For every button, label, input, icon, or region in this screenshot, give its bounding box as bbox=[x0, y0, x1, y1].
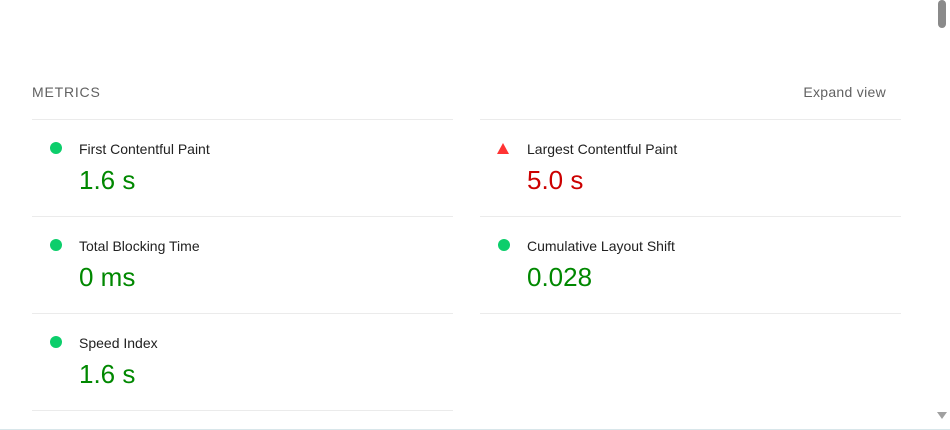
metric-value: 0.028 bbox=[527, 262, 593, 292]
red-triangle-icon bbox=[497, 143, 509, 154]
metric-name: Total Blocking Time bbox=[79, 238, 200, 254]
scrollbar-thumb[interactable] bbox=[938, 0, 946, 28]
metric-name: Speed Index bbox=[79, 335, 158, 351]
expand-view-button[interactable]: Expand view bbox=[803, 84, 886, 100]
metrics-column-left: First Contentful Paint 1.6 s Total Block… bbox=[32, 119, 453, 411]
metric-name: Cumulative Layout Shift bbox=[527, 238, 675, 254]
vertical-scrollbar[interactable] bbox=[934, 0, 950, 429]
metrics-title: METRICS bbox=[32, 84, 101, 100]
metric-value: 5.0 s bbox=[527, 165, 584, 195]
scroll-down-arrow-icon[interactable] bbox=[937, 412, 947, 419]
green-circle-icon bbox=[50, 336, 62, 348]
metric-name: Largest Contentful Paint bbox=[527, 141, 678, 157]
green-circle-icon bbox=[50, 239, 62, 251]
metric-value: 0 ms bbox=[79, 262, 136, 292]
metric-value: 1.6 s bbox=[79, 359, 136, 389]
metric-cumulative-layout-shift: Cumulative Layout Shift 0.028 bbox=[480, 216, 901, 314]
metrics-column-right: Largest Contentful Paint 5.0 s Cumulativ… bbox=[480, 119, 901, 314]
metric-name: First Contentful Paint bbox=[79, 141, 210, 157]
metric-value: 1.6 s bbox=[79, 165, 136, 195]
metric-speed-index: Speed Index 1.6 s bbox=[32, 313, 453, 411]
green-circle-icon bbox=[498, 239, 510, 251]
metric-total-blocking-time: Total Blocking Time 0 ms bbox=[32, 216, 453, 313]
metric-first-contentful-paint: First Contentful Paint 1.6 s bbox=[32, 119, 453, 216]
green-circle-icon bbox=[50, 142, 62, 154]
report-page: METRICS Expand view First Contentful Pai… bbox=[0, 0, 934, 429]
metrics-header: METRICS Expand view bbox=[32, 84, 886, 104]
metric-largest-contentful-paint: Largest Contentful Paint 5.0 s bbox=[480, 119, 901, 216]
